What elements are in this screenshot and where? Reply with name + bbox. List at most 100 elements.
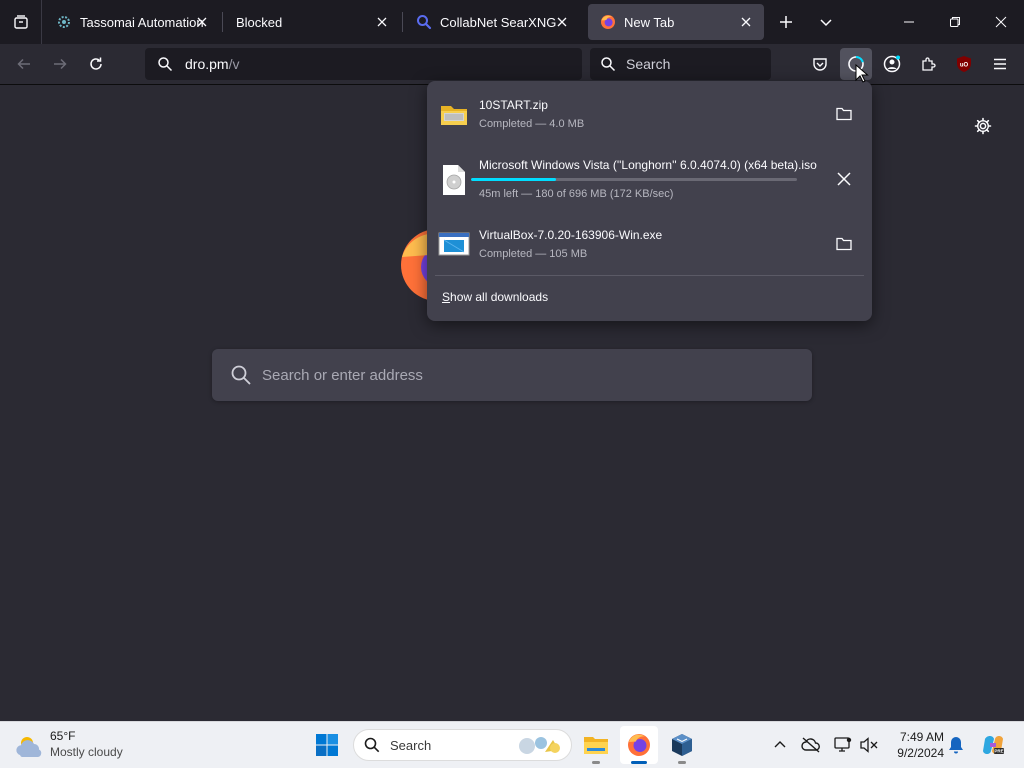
taskbar-clock[interactable]: 7:49 AM 9/2/2024: [888, 729, 944, 761]
taskbar-search[interactable]: Search: [353, 729, 572, 761]
svg-text:uO: uO: [960, 63, 969, 69]
url-path: /v: [228, 56, 240, 72]
hamburger-menu-icon: [994, 58, 1006, 70]
taskbar-search-placeholder: Search: [390, 737, 432, 753]
searxng-magnifier-icon: [416, 14, 432, 30]
volume-tray-button[interactable]: [858, 734, 880, 756]
pocket-button[interactable]: [804, 48, 836, 80]
show-in-folder-button[interactable]: [833, 233, 855, 255]
downloads-divider: [435, 275, 864, 276]
new-tab-search-placeholder: Search or enter address: [262, 366, 423, 384]
tab-overflow-button[interactable]: [810, 6, 842, 38]
taskbar-file-explorer[interactable]: [577, 726, 615, 764]
puzzle-icon: [922, 57, 936, 71]
close-tab-icon[interactable]: [194, 14, 210, 30]
weather-temperature: 65°F: [50, 729, 76, 743]
windows-logo-icon: [316, 734, 338, 756]
minimize-icon: [904, 21, 914, 23]
download-status: Completed — 105 MB: [479, 248, 588, 260]
url-text: dro.pm/v: [185, 56, 239, 72]
tab-collabnet-searxng[interactable]: CollabNet SearXNG: [404, 4, 580, 40]
personalize-new-tab-button[interactable]: [970, 113, 996, 139]
nav-toolbar: dro.pm/v Search uO: [0, 44, 1024, 85]
download-item[interactable]: 10START.zip Completed — 4.0 MB: [435, 85, 864, 145]
close-tab-icon[interactable]: [374, 14, 390, 30]
search-bar-placeholder: Search: [626, 56, 671, 72]
account-icon: [883, 55, 901, 73]
new-tab-button[interactable]: [770, 6, 802, 38]
gear-icon: [974, 117, 992, 135]
app-menu-button[interactable]: [984, 48, 1016, 80]
notifications-button[interactable]: [945, 734, 967, 756]
restore-button[interactable]: [932, 0, 978, 44]
copilot-icon: PRE: [983, 736, 1004, 754]
folder-icon: [836, 237, 852, 251]
download-progress-fill: [471, 178, 556, 181]
weather-widget[interactable]: 65°F Mostly cloudy: [14, 728, 154, 764]
show-hidden-icons-button[interactable]: [769, 734, 791, 756]
downloads-panel: 10START.zip Completed — 4.0 MB Microsoft…: [427, 81, 872, 321]
new-tab-search-box[interactable]: Search or enter address: [212, 349, 812, 401]
virtualbox-icon: [672, 734, 692, 756]
pocket-icon: [813, 58, 827, 71]
url-bar[interactable]: dro.pm/v: [145, 48, 582, 80]
file-explorer-icon: [584, 737, 608, 754]
reload-icon: [90, 57, 102, 70]
arrow-left-icon: [17, 58, 30, 70]
taskbar-firefox[interactable]: [620, 726, 658, 764]
url-host: dro.pm: [185, 56, 229, 72]
ublock-origin-button[interactable]: uO: [948, 48, 980, 80]
extensions-button[interactable]: [912, 48, 944, 80]
close-tab-icon[interactable]: [554, 14, 570, 30]
tab-blocked[interactable]: Blocked: [224, 4, 400, 40]
search-icon: [601, 57, 616, 72]
iso-file-icon: [437, 163, 471, 197]
chevron-up-icon: [774, 741, 786, 748]
download-item[interactable]: VirtualBox-7.0.20-163906-Win.exe Complet…: [435, 215, 864, 275]
ublock-shield-icon: uO: [957, 56, 971, 72]
account-button[interactable]: [876, 48, 908, 80]
download-status: Completed — 4.0 MB: [479, 118, 585, 130]
chevron-down-icon: [820, 19, 832, 27]
download-status: 45m left — 180 of 696 MB (172 KB/sec): [479, 188, 674, 200]
close-window-button[interactable]: [978, 0, 1024, 44]
speaker-muted-icon: [860, 737, 878, 753]
arrow-right-icon: [54, 58, 67, 70]
download-filename: 10START.zip: [479, 98, 548, 112]
tab-tassomai-automation[interactable]: Tassomai Automation: [44, 4, 220, 40]
reload-button[interactable]: [80, 48, 112, 80]
tab-new-tab[interactable]: New Tab: [588, 4, 764, 40]
show-all-downloads-button[interactable]: Show all downloads: [442, 290, 548, 304]
bell-icon: [949, 737, 963, 754]
clock-time: 7:49 AM: [899, 730, 944, 744]
download-item[interactable]: Microsoft Windows Vista (''Longhorn'' 6.…: [435, 145, 864, 205]
forward-button[interactable]: [44, 48, 76, 80]
back-button[interactable]: [8, 48, 40, 80]
close-icon: [837, 172, 851, 186]
search-bar[interactable]: Search: [590, 48, 771, 80]
network-tray-button[interactable]: [832, 734, 854, 756]
restore-icon: [950, 17, 960, 27]
copilot-button[interactable]: PRE: [980, 732, 1006, 758]
start-button[interactable]: [308, 726, 346, 764]
show-in-folder-button[interactable]: [833, 103, 855, 125]
minimize-button[interactable]: [886, 0, 932, 44]
network-monitor-icon: [834, 737, 852, 752]
tab-strip: Tassomai Automation Blocked CollabNet Se…: [0, 0, 1024, 44]
svg-text:PRE: PRE: [994, 749, 1003, 754]
plus-icon: [780, 16, 792, 28]
firefox-icon: [600, 14, 616, 30]
download-filename: Microsoft Windows Vista (''Longhorn'' 6.…: [479, 158, 817, 172]
taskbar-virtualbox[interactable]: [663, 726, 701, 764]
list-all-tabs-button[interactable]: [0, 0, 42, 44]
cancel-download-button[interactable]: [833, 168, 855, 190]
search-icon: [158, 57, 173, 72]
access-key: S: [442, 290, 451, 304]
download-filename: VirtualBox-7.0.20-163906-Win.exe: [479, 228, 663, 242]
tab-list-icon: [13, 15, 28, 29]
close-icon: [995, 16, 1007, 28]
onedrive-tray-button[interactable]: [800, 734, 822, 756]
download-progress-bar: [471, 178, 797, 181]
tassomai-favicon: [56, 14, 72, 30]
close-tab-icon[interactable]: [738, 14, 754, 30]
